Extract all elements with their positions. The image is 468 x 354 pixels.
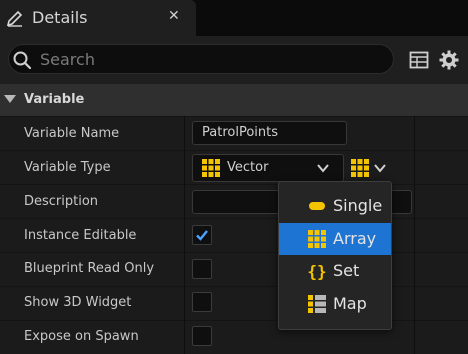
label-show-3d-widget: Show 3D Widget [24, 295, 132, 310]
label-expose-on-spawn: Expose on Spawn [24, 329, 139, 344]
vector-type-grid-icon [202, 159, 220, 177]
label-instance-editable: Instance Editable [24, 228, 137, 243]
label-variable-type: Variable Type [24, 160, 111, 175]
menu-item-label: Set [333, 261, 360, 280]
blueprint-read-only-checkbox[interactable] [192, 259, 212, 279]
checkmark-icon [196, 230, 208, 241]
map-list-icon [308, 295, 326, 313]
close-icon[interactable]: ✕ [168, 8, 180, 24]
single-pill-icon [309, 202, 325, 210]
chevron-down-icon [317, 164, 329, 173]
variable-name-value: PatrolPoints [202, 125, 278, 140]
svg-text:{}: {} [307, 262, 326, 281]
tab-details[interactable] [0, 0, 196, 36]
category-title: Variable [24, 92, 85, 107]
expose-on-spawn-checkbox[interactable] [192, 326, 212, 346]
chevron-down-icon [374, 164, 386, 173]
tab-title: Details [32, 8, 88, 27]
column-divider[interactable] [184, 116, 185, 354]
search-input[interactable] [40, 46, 380, 72]
gear-icon[interactable] [438, 49, 460, 71]
column-divider[interactable] [414, 116, 415, 354]
show-3d-widget-checkbox[interactable] [192, 292, 212, 312]
collapse-arrow-icon[interactable] [4, 95, 16, 103]
pencil-icon [6, 10, 23, 27]
menu-item-label: Single [333, 196, 383, 215]
label-description: Description [24, 194, 99, 209]
set-braces-icon: {} [307, 262, 326, 281]
search-icon [13, 51, 32, 70]
array-grid-icon [351, 159, 369, 177]
label-blueprint-read-only: Blueprint Read Only [24, 261, 155, 276]
menu-item-label: Map [333, 294, 367, 313]
variable-type-value: Vector [227, 160, 269, 175]
table-icon[interactable] [409, 50, 429, 70]
label-variable-name: Variable Name [24, 126, 120, 141]
menu-item-label: Array [333, 229, 377, 248]
array-grid-icon [308, 230, 326, 248]
